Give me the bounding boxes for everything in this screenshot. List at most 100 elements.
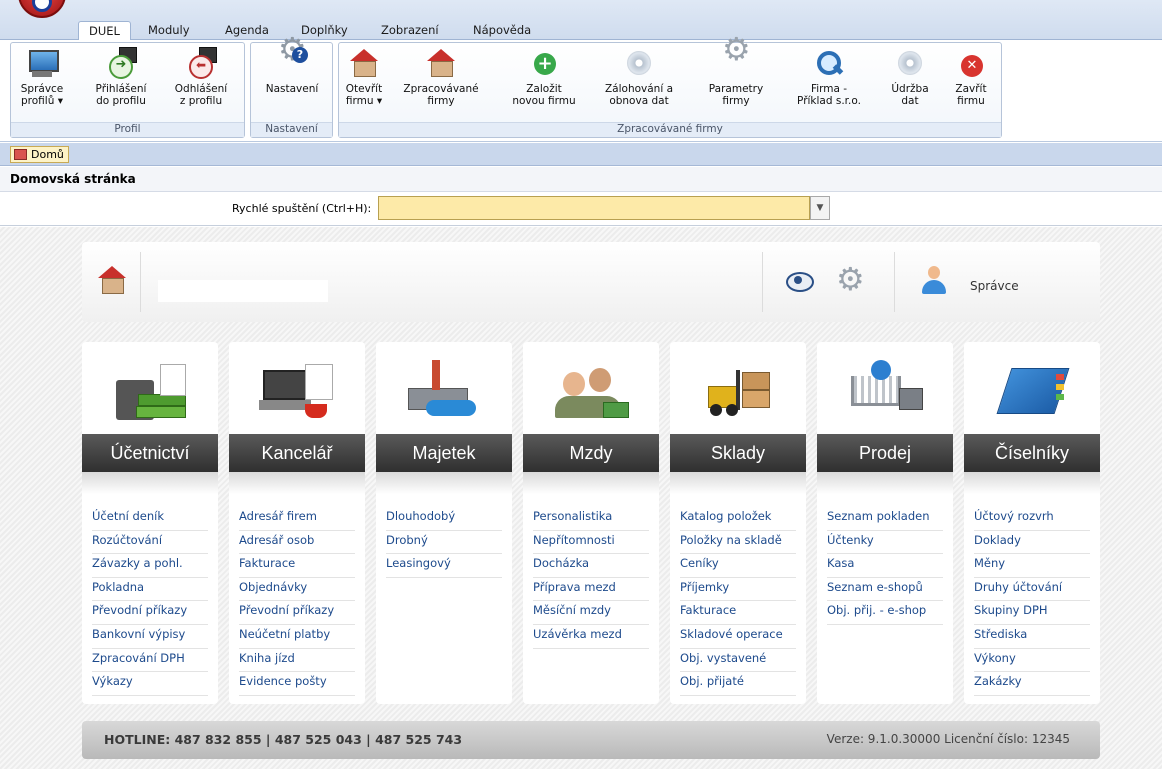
user-name: Správce bbox=[970, 279, 1019, 293]
prihlaseni-do-profilu-button[interactable]: Přihlášení do profilu bbox=[89, 47, 153, 107]
tab-zobrazeni[interactable]: Zobrazení bbox=[371, 21, 449, 40]
module-title[interactable]: Mzdy bbox=[523, 434, 659, 472]
module-link[interactable]: Skladové operace bbox=[680, 625, 796, 649]
module-link[interactable]: Docházka bbox=[533, 554, 649, 578]
module-shade bbox=[523, 472, 659, 494]
module-link[interactable]: Leasingový bbox=[386, 554, 502, 578]
app-logo-icon bbox=[32, 0, 52, 12]
module-title[interactable]: Prodej bbox=[817, 434, 953, 472]
book-icon bbox=[964, 342, 1100, 434]
module-title[interactable]: Sklady bbox=[670, 434, 806, 472]
udrzba-dat-button[interactable]: Údržba dat bbox=[885, 47, 935, 107]
module-title[interactable]: Majetek bbox=[376, 434, 512, 472]
module-link[interactable]: Doklady bbox=[974, 531, 1090, 555]
module-title[interactable]: Účetnictví bbox=[82, 434, 218, 472]
settings-help-icon bbox=[276, 43, 308, 79]
module-link[interactable]: Katalog položek bbox=[680, 507, 796, 531]
module-link[interactable]: Rozúčtování bbox=[92, 531, 208, 555]
module-link[interactable]: Měsíční mzdy bbox=[533, 601, 649, 625]
module-link[interactable]: Střediska bbox=[974, 625, 1090, 649]
companies-icon bbox=[425, 47, 457, 79]
tab-agenda[interactable]: Agenda bbox=[215, 21, 279, 40]
module-link[interactable]: Adresář osob bbox=[239, 531, 355, 555]
module-link[interactable]: Evidence pošty bbox=[239, 672, 355, 696]
module-link[interactable]: Závazky a pohl. bbox=[92, 554, 208, 578]
module-shade bbox=[82, 472, 218, 494]
tab-duel[interactable]: DUEL bbox=[78, 21, 131, 41]
module-link[interactable]: Příprava mezd bbox=[533, 578, 649, 602]
module-link[interactable]: Seznam pokladen bbox=[827, 507, 943, 531]
module-link[interactable]: Kasa bbox=[827, 554, 943, 578]
module-link[interactable]: Fakturace bbox=[680, 601, 796, 625]
breadcrumb-home[interactable]: Domů bbox=[10, 146, 69, 163]
module-link[interactable]: Druhy účtování bbox=[974, 578, 1090, 602]
module-link[interactable]: Dlouhodobý bbox=[386, 507, 502, 531]
module-link[interactable]: Měny bbox=[974, 554, 1090, 578]
spravce-profilu-button[interactable]: Správce profilů ▾ bbox=[17, 47, 67, 107]
quick-launch-input[interactable] bbox=[378, 196, 810, 220]
module-shade bbox=[964, 472, 1100, 494]
module-link[interactable]: Drobný bbox=[386, 531, 502, 555]
module-link[interactable]: Nepřítomnosti bbox=[533, 531, 649, 555]
ribbon-tab-strip: DUEL Moduly Agenda Doplňky Zobrazení Náp… bbox=[0, 0, 1162, 41]
module-links: Seznam pokladen Účtenky Kasa Seznam e-sh… bbox=[827, 507, 943, 625]
module-link[interactable]: Výkony bbox=[974, 649, 1090, 673]
zalohovani-button[interactable]: Zálohování a obnova dat bbox=[597, 47, 681, 107]
module-link[interactable]: Zakázky bbox=[974, 672, 1090, 696]
module-link[interactable]: Výkazy bbox=[92, 672, 208, 696]
module-link[interactable]: Skupiny DPH bbox=[974, 601, 1090, 625]
nastaveni-button[interactable]: Nastavení bbox=[259, 43, 325, 95]
gear-icon[interactable] bbox=[834, 260, 866, 298]
group-label: Nastavení bbox=[251, 122, 332, 137]
otevrit-firmu-button[interactable]: Otevřít firmu ▾ bbox=[343, 47, 385, 107]
button-label: Přihlášení bbox=[95, 83, 147, 95]
module-link[interactable]: Převodní příkazy bbox=[239, 601, 355, 625]
module-link[interactable]: Pokladna bbox=[92, 578, 208, 602]
module-link[interactable]: Obj. přijaté bbox=[680, 672, 796, 696]
module-link[interactable]: Neúčetní platby bbox=[239, 625, 355, 649]
module-links: Účtový rozvrh Doklady Měny Druhy účtován… bbox=[974, 507, 1090, 696]
module-link[interactable]: Seznam e-shopů bbox=[827, 578, 943, 602]
open-company-icon[interactable] bbox=[96, 264, 128, 296]
module-title[interactable]: Kancelář bbox=[229, 434, 365, 472]
chevron-down-icon[interactable]: ▼ bbox=[810, 196, 830, 220]
tab-napoveda[interactable]: Nápověda bbox=[463, 21, 541, 40]
module-link[interactable]: Adresář firem bbox=[239, 507, 355, 531]
module-link[interactable]: Příjemky bbox=[680, 578, 796, 602]
app-menu-button[interactable] bbox=[18, 0, 66, 18]
module-title[interactable]: Číselníky bbox=[964, 434, 1100, 472]
module-link[interactable]: Objednávky bbox=[239, 578, 355, 602]
module-link[interactable]: Ceníky bbox=[680, 554, 796, 578]
module-link[interactable]: Položky na skladě bbox=[680, 531, 796, 555]
parametry-firmy-button[interactable]: Parametry firmy bbox=[705, 43, 767, 107]
button-label: firmy bbox=[427, 95, 455, 107]
module-link[interactable]: Obj. vystavené bbox=[680, 649, 796, 673]
module-link[interactable]: Účtenky bbox=[827, 531, 943, 555]
module-link[interactable]: Účtový rozvrh bbox=[974, 507, 1090, 531]
module-link[interactable]: Obj. přij. - e-shop bbox=[827, 601, 943, 625]
tab-moduly[interactable]: Moduly bbox=[138, 21, 200, 40]
zalozit-novou-firmu-button[interactable]: Založit novou firmu bbox=[507, 47, 581, 107]
module-link[interactable]: Bankovní výpisy bbox=[92, 625, 208, 649]
zavrit-firmu-button[interactable]: Zavřít firmu bbox=[947, 47, 995, 107]
module-link[interactable]: Uzávěrka mezd bbox=[533, 625, 649, 649]
module-link[interactable]: Kniha jízd bbox=[239, 649, 355, 673]
close-icon bbox=[955, 47, 987, 79]
breadcrumb-label: Domů bbox=[31, 148, 64, 161]
company-bar: Správce bbox=[82, 242, 1100, 322]
module-kancelar: Kancelář Adresář firem Adresář osob Fakt… bbox=[229, 342, 365, 704]
module-link[interactable]: Účetní deník bbox=[92, 507, 208, 531]
module-link[interactable]: Fakturace bbox=[239, 554, 355, 578]
eye-icon[interactable] bbox=[782, 264, 814, 296]
module-link[interactable]: Převodní příkazy bbox=[92, 601, 208, 625]
button-label: Zálohování a bbox=[604, 83, 674, 95]
zpracovavane-firmy-button[interactable]: Zpracovávané firmy bbox=[397, 47, 485, 107]
button-label: Zpracovávané bbox=[403, 83, 479, 95]
firma-prehled-button[interactable]: Firma - Příklad s.r.o. bbox=[789, 47, 869, 107]
button-label: firmu bbox=[957, 95, 985, 107]
odhlaseni-z-profilu-button[interactable]: Odhlášení z profilu bbox=[169, 47, 233, 107]
group-label: Profil bbox=[11, 122, 244, 137]
module-link[interactable]: Personalistika bbox=[533, 507, 649, 531]
button-label: firmy bbox=[722, 95, 750, 107]
module-link[interactable]: Zpracování DPH bbox=[92, 649, 208, 673]
